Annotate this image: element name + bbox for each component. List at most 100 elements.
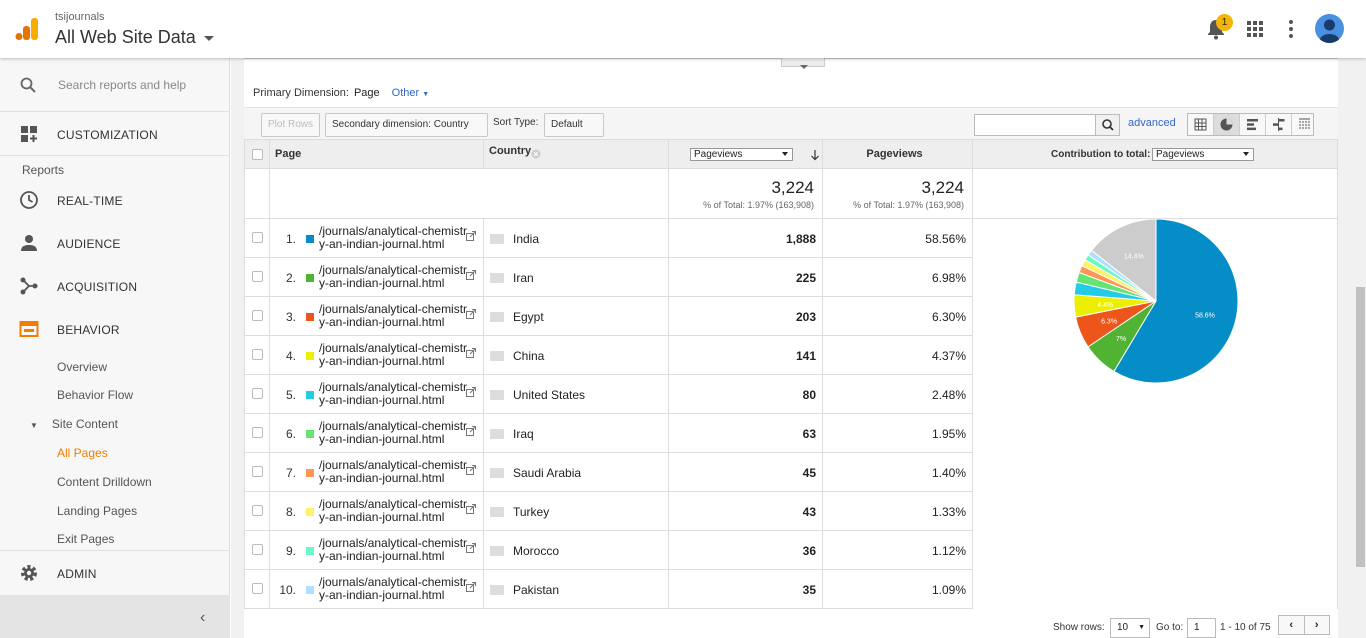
nav-site-content[interactable]: ▼ Site Content (30, 417, 118, 431)
open-external-icon[interactable] (466, 504, 476, 514)
open-external-icon[interactable] (466, 387, 476, 397)
nav-realtime[interactable]: REAL-TIME (0, 178, 230, 222)
search-input[interactable]: Search reports and help (58, 78, 186, 92)
sidebar-search[interactable]: Search reports and help (0, 58, 230, 112)
metric-select-1[interactable]: Pageviews (690, 148, 793, 161)
gear-icon (21, 565, 37, 581)
row-color-swatch (306, 352, 314, 360)
collapse-sidebar-button[interactable]: ‹ (0, 595, 230, 638)
avatar[interactable] (1315, 14, 1344, 43)
row-checkbox[interactable] (252, 310, 263, 321)
open-external-icon[interactable] (466, 309, 476, 319)
row-color-swatch (306, 469, 314, 477)
comparison-view-icon[interactable] (1266, 114, 1292, 135)
select-all-checkbox[interactable] (252, 149, 263, 160)
row-checkbox[interactable] (252, 466, 263, 477)
table-row: 6. /journals/analytical-chemistry-an-indi… (244, 414, 973, 453)
analytics-logo-icon[interactable] (15, 17, 39, 41)
pivot-view-icon[interactable] (1292, 114, 1317, 135)
nav-customization[interactable]: CUSTOMIZATION (0, 112, 230, 156)
apps-grid-icon[interactable] (1247, 21, 1263, 37)
metric-select-2[interactable]: Pageviews (1152, 148, 1254, 161)
nav-admin[interactable]: ADMIN (0, 551, 230, 595)
open-external-icon[interactable] (466, 270, 476, 280)
column-header-pageviews[interactable]: Pageviews (822, 140, 967, 169)
show-rows-select[interactable]: 10 ▼ (1110, 618, 1150, 638)
column-header-page[interactable]: Page (275, 140, 301, 169)
page-link[interactable]: /journals/analytical-chemistry-an-indian… (319, 264, 469, 290)
country-flag-icon (490, 468, 504, 478)
row-checkbox[interactable] (252, 427, 263, 438)
secondary-dimension-select[interactable]: Secondary dimension: Country (325, 113, 488, 149)
remove-dimension-icon[interactable] (531, 149, 541, 159)
view-selector[interactable]: All Web Site Data (55, 27, 214, 48)
nav-landing-pages[interactable]: Landing Pages (57, 504, 137, 518)
row-checkbox[interactable] (252, 505, 263, 516)
page-link[interactable]: /journals/analytical-chemistry-an-indian… (319, 498, 469, 524)
performance-view-icon[interactable] (1240, 114, 1266, 135)
nav-all-pages[interactable]: All Pages (57, 446, 108, 460)
open-external-icon[interactable] (466, 465, 476, 475)
country-link[interactable]: Pakistan (513, 583, 559, 597)
page-link[interactable]: /journals/analytical-chemistry-an-indian… (319, 459, 469, 485)
row-range: 1 - 10 of 75 (1220, 622, 1271, 633)
row-checkbox[interactable] (252, 583, 263, 594)
open-external-icon[interactable] (466, 348, 476, 358)
nav-content-drilldown[interactable]: Content Drilldown (57, 475, 152, 489)
country-link[interactable]: Egypt (513, 310, 544, 324)
open-external-icon[interactable] (466, 543, 476, 553)
sort-type-select[interactable]: Default (544, 113, 604, 149)
page-link[interactable]: /journals/analytical-chemistry-an-indian… (319, 342, 469, 368)
page-link[interactable]: /journals/analytical-chemistry-an-indian… (319, 303, 469, 329)
nav-audience[interactable]: AUDIENCE (0, 221, 230, 265)
country-link[interactable]: Iran (513, 271, 534, 285)
next-page-button[interactable]: › (1305, 616, 1330, 634)
country-link[interactable]: Morocco (513, 544, 559, 558)
page-link[interactable]: /journals/analytical-chemistry-an-indian… (319, 225, 469, 251)
table-view-icon[interactable] (1188, 114, 1214, 135)
scrollbar-thumb[interactable] (1356, 287, 1365, 567)
row-color-swatch (306, 235, 314, 243)
advanced-filter-link[interactable]: advanced (1128, 117, 1176, 129)
collapse-chart-toggle[interactable] (781, 58, 825, 69)
open-external-icon[interactable] (466, 426, 476, 436)
primary-dimension-page[interactable]: Page (354, 87, 380, 99)
country-link[interactable]: United States (513, 388, 585, 402)
table-search-button[interactable] (1095, 115, 1119, 135)
primary-dimension-other[interactable]: Other ▼ (392, 87, 430, 99)
prev-page-button[interactable]: ‹ (1279, 616, 1305, 634)
nav-behavior[interactable]: BEHAVIOR (0, 307, 230, 351)
row-checkbox[interactable] (252, 388, 263, 399)
sort-descending-icon[interactable] (810, 149, 820, 161)
nav-behavior-flow[interactable]: Behavior Flow (57, 388, 133, 402)
page-link[interactable]: /journals/analytical-chemistry-an-indian… (319, 420, 469, 446)
goto-label: Go to: (1156, 622, 1184, 633)
row-checkbox[interactable] (252, 544, 263, 555)
pie-view-icon[interactable] (1214, 114, 1240, 135)
goto-input[interactable]: 1 (1187, 618, 1216, 638)
open-external-icon[interactable] (466, 582, 476, 592)
country-link[interactable]: India (513, 232, 539, 246)
row-checkbox[interactable] (252, 349, 263, 360)
plot-rows-button[interactable]: Plot Rows (261, 113, 321, 137)
row-checkbox[interactable] (252, 271, 263, 282)
page-link[interactable]: /journals/analytical-chemistry-an-indian… (319, 537, 469, 563)
country-link[interactable]: Saudi Arabia (513, 466, 581, 480)
table-search-input[interactable] (974, 114, 1120, 136)
column-header-country[interactable]: Country (489, 137, 531, 166)
nav-exit-pages[interactable]: Exit Pages (57, 532, 114, 546)
open-external-icon[interactable] (466, 231, 476, 241)
nav-label: BEHAVIOR (57, 323, 120, 337)
country-link[interactable]: Turkey (513, 505, 549, 519)
more-options-icon[interactable] (1289, 20, 1293, 38)
nav-acquisition[interactable]: ACQUISITION (0, 264, 230, 308)
page-link[interactable]: /journals/analytical-chemistry-an-indian… (319, 576, 469, 602)
row-checkbox[interactable] (252, 232, 263, 243)
page-link[interactable]: /journals/analytical-chemistry-an-indian… (319, 381, 469, 407)
total-pageviews-2-sub: % of Total: 1.97% (163,908) (853, 200, 964, 210)
row-number: 10. (279, 583, 296, 597)
country-link[interactable]: China (513, 349, 544, 363)
country-link[interactable]: Iraq (513, 427, 534, 441)
nav-behavior-overview[interactable]: Overview (57, 360, 107, 374)
main-area: Primary Dimension: Page Other ▼ Plot Rows … (231, 58, 1355, 638)
